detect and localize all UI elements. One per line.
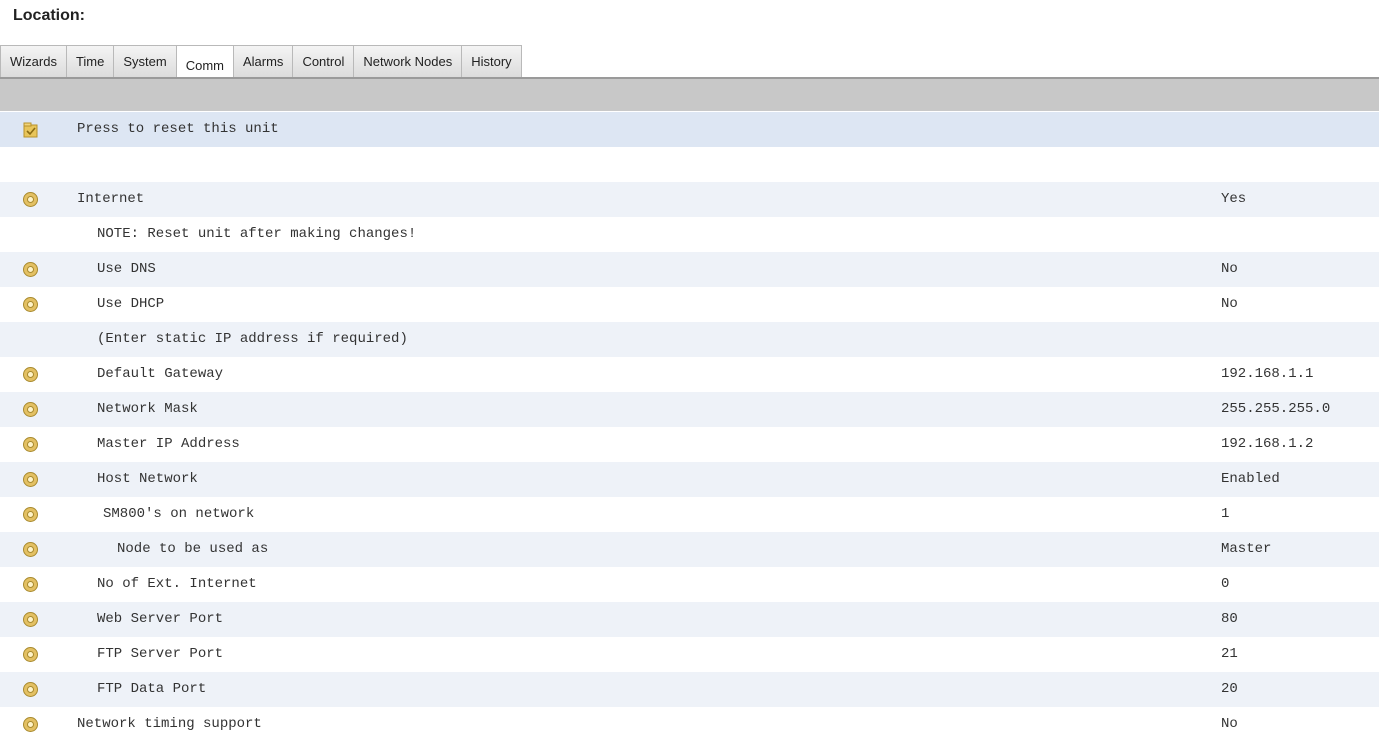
setting-label: Host Network xyxy=(97,471,198,487)
setting-value[interactable]: 21 xyxy=(1221,646,1238,662)
setting-value[interactable]: No xyxy=(1221,716,1238,732)
setting-value[interactable]: 0 xyxy=(1221,576,1229,592)
gear-icon[interactable] xyxy=(21,610,40,629)
gear-icon[interactable] xyxy=(21,365,40,384)
tab-alarms[interactable]: Alarms xyxy=(233,45,294,78)
setting-row-ext-internet[interactable]: No of Ext. Internet 0 xyxy=(0,567,1379,602)
gear-icon[interactable] xyxy=(21,505,40,524)
setting-label: FTP Data Port xyxy=(97,681,207,697)
setting-value[interactable]: 255.255.255.0 xyxy=(1221,401,1330,417)
setting-row-ftp-data-port[interactable]: FTP Data Port 20 xyxy=(0,672,1379,707)
hint-text: (Enter static IP address if required) xyxy=(97,331,408,347)
gear-icon[interactable] xyxy=(21,400,40,419)
tab-history[interactable]: History xyxy=(462,45,522,78)
tab-network-nodes[interactable]: Network Nodes xyxy=(354,45,463,78)
setting-value[interactable]: No xyxy=(1221,296,1238,312)
setting-value[interactable]: Master xyxy=(1221,541,1271,557)
setting-label: FTP Server Port xyxy=(97,646,224,662)
setting-row-web-port[interactable]: Web Server Port 80 xyxy=(0,602,1379,637)
setting-hint-row: (Enter static IP address if required) xyxy=(0,322,1379,357)
setting-value[interactable]: 1 xyxy=(1221,506,1229,522)
setting-label: Network timing support xyxy=(77,716,262,732)
tab-time[interactable]: Time xyxy=(66,45,115,78)
setting-row-master-ip[interactable]: Master IP Address 192.168.1.2 xyxy=(0,427,1379,462)
setting-label: Node to be used as xyxy=(117,541,269,557)
setting-label: Default Gateway xyxy=(97,366,224,382)
setting-label: Use DNS xyxy=(97,261,156,277)
setting-label: SM800's on network xyxy=(103,506,255,522)
gear-icon[interactable] xyxy=(21,190,40,209)
setting-row-internet[interactable]: Internet Yes xyxy=(0,182,1379,217)
setting-value[interactable]: No xyxy=(1221,261,1238,277)
setting-row-ftp-port[interactable]: FTP Server Port 21 xyxy=(0,637,1379,672)
tab-wizards[interactable]: Wizards xyxy=(0,45,67,78)
gear-icon[interactable] xyxy=(21,645,40,664)
setting-label: Web Server Port xyxy=(97,611,224,627)
location-label: Location: xyxy=(13,7,85,24)
setting-label: Network Mask xyxy=(97,401,198,417)
setting-value[interactable]: 80 xyxy=(1221,611,1238,627)
setting-row-sm800-count[interactable]: SM800's on network 1 xyxy=(0,497,1379,532)
tab-control[interactable]: Control xyxy=(293,45,355,78)
gear-icon[interactable] xyxy=(21,680,40,699)
gear-icon[interactable] xyxy=(21,470,40,489)
gear-icon[interactable] xyxy=(21,575,40,594)
toolbar-band xyxy=(0,79,1379,111)
setting-row-use-dhcp[interactable]: Use DHCP No xyxy=(0,287,1379,322)
tab-system[interactable]: System xyxy=(114,45,177,78)
gear-icon[interactable] xyxy=(21,260,40,279)
setting-label: Master IP Address xyxy=(97,436,240,452)
setting-row-node-role[interactable]: Node to be used as Master xyxy=(0,532,1379,567)
note-text: NOTE: Reset unit after making changes! xyxy=(97,226,417,242)
gear-icon[interactable] xyxy=(21,295,40,314)
gear-icon[interactable] xyxy=(21,540,40,559)
setting-note-row: NOTE: Reset unit after making changes! xyxy=(0,217,1379,252)
setting-row-network-timing[interactable]: Network timing support No xyxy=(0,707,1379,742)
tab-bar: Wizards Time System Comm Alarms Control … xyxy=(0,45,522,80)
setting-label: No of Ext. Internet xyxy=(97,576,257,592)
setting-value[interactable]: Enabled xyxy=(1221,471,1280,487)
setting-label: Internet xyxy=(77,191,145,207)
setting-value[interactable]: 192.168.1.2 xyxy=(1221,436,1313,452)
setting-value[interactable]: Yes xyxy=(1221,191,1246,207)
reset-icon[interactable] xyxy=(21,120,40,139)
setting-row-use-dns[interactable]: Use DNS No xyxy=(0,252,1379,287)
reset-unit-label: Press to reset this unit xyxy=(77,121,279,137)
setting-label: Use DHCP xyxy=(97,296,165,312)
setting-value[interactable]: 192.168.1.1 xyxy=(1221,366,1313,382)
settings-list: Internet Yes NOTE: Reset unit after maki… xyxy=(0,182,1379,742)
reset-unit-row[interactable]: Press to reset this unit xyxy=(0,112,1379,147)
setting-row-default-gateway[interactable]: Default Gateway 192.168.1.1 xyxy=(0,357,1379,392)
gear-icon[interactable] xyxy=(21,435,40,454)
gear-icon[interactable] xyxy=(21,715,40,734)
setting-row-network-mask[interactable]: Network Mask 255.255.255.0 xyxy=(0,392,1379,427)
setting-value[interactable]: 20 xyxy=(1221,681,1238,697)
tab-comm[interactable]: Comm xyxy=(176,45,234,80)
setting-row-host-network[interactable]: Host Network Enabled xyxy=(0,462,1379,497)
